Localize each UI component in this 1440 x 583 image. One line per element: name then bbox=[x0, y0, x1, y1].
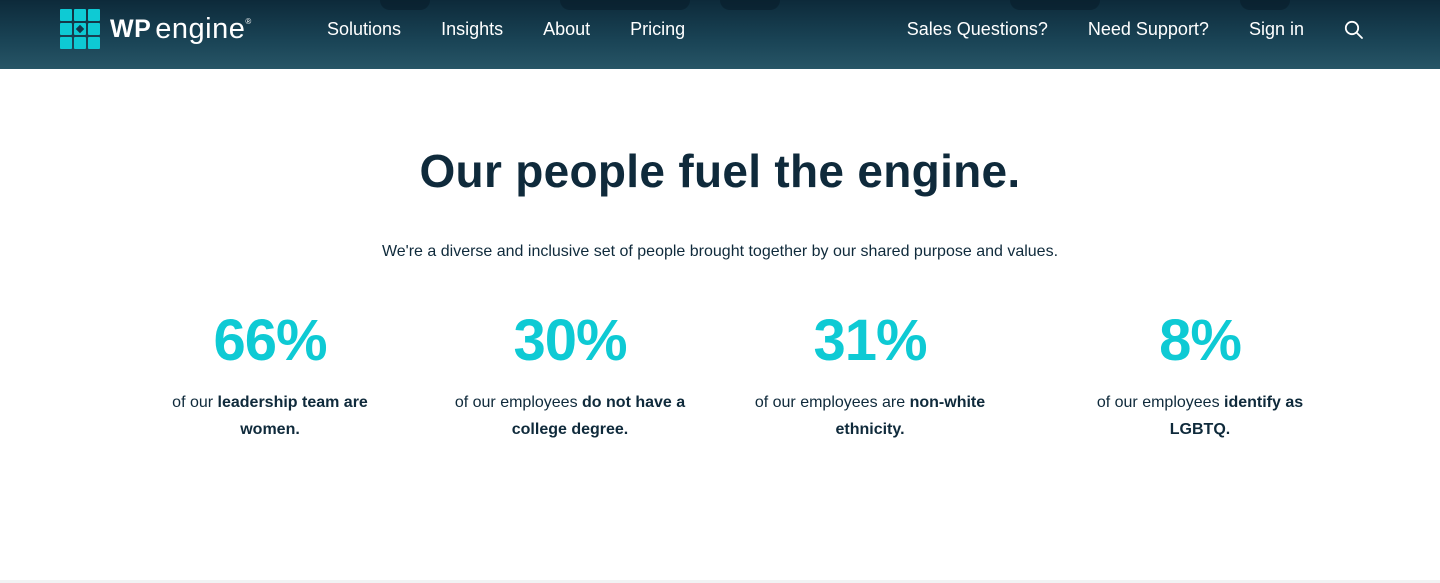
stat-description: of our employees do not have a college d… bbox=[420, 389, 720, 443]
stat-description-emphasis: leadership team are women. bbox=[217, 394, 368, 438]
search-icon[interactable] bbox=[1344, 20, 1364, 40]
stat-value: 8% bbox=[1159, 308, 1242, 373]
logo-wp-text: WP bbox=[110, 14, 152, 43]
logo-registered-mark: ® bbox=[245, 17, 252, 26]
page-subtitle: We're a diverse and inclusive set of peo… bbox=[381, 243, 1059, 260]
nav-need-support[interactable]: Need Support? bbox=[1088, 18, 1209, 40]
page-headline: Our people fuel the engine. bbox=[419, 145, 1021, 197]
stat-value: 66% bbox=[213, 308, 327, 373]
logo-grid-icon bbox=[60, 9, 100, 49]
logo-engine-text: engine bbox=[155, 12, 246, 45]
stat-description-text: of our employees bbox=[1096, 394, 1225, 411]
wpengine-logo[interactable]: WP engine ® bbox=[60, 9, 251, 49]
stat-description-text: of our employees are bbox=[754, 394, 910, 411]
nav-pricing[interactable]: Pricing bbox=[630, 18, 685, 40]
nav-about[interactable]: About bbox=[543, 18, 590, 40]
stat-no-college-degree: 30% of our employees do not have a colle… bbox=[420, 306, 720, 443]
stat-lgbtq: 8% of our employees identify as LGBTQ. bbox=[1020, 306, 1380, 443]
stat-description: of our employees identify as LGBTQ. bbox=[1020, 389, 1380, 443]
stat-description: of our employees are non-white ethnicity… bbox=[720, 389, 1020, 443]
header-background-shape bbox=[720, 0, 780, 10]
nav-sign-in[interactable]: Sign in bbox=[1249, 18, 1304, 40]
stat-leadership-women: 66% of our leadership team are women. bbox=[120, 306, 420, 443]
nav-sales-questions[interactable]: Sales Questions? bbox=[907, 18, 1048, 40]
stat-description-text: of our bbox=[172, 394, 218, 411]
header-background-shape bbox=[1010, 0, 1100, 10]
primary-nav: Solutions Insights About Pricing bbox=[327, 18, 725, 40]
stat-value: 30% bbox=[513, 308, 627, 373]
header-background-shape bbox=[560, 0, 690, 10]
stat-value: 31% bbox=[813, 308, 927, 373]
stat-description: of our leadership team are women. bbox=[120, 389, 420, 443]
utility-nav: Sales Questions? Need Support? Sign in bbox=[907, 18, 1440, 40]
stat-non-white-ethnicity: 31% of our employees are non-white ethni… bbox=[720, 306, 1020, 443]
stat-description-text: of our employees bbox=[454, 394, 583, 411]
header-background-shape bbox=[380, 0, 430, 10]
nav-insights[interactable]: Insights bbox=[441, 18, 503, 40]
header-background-shape bbox=[1240, 0, 1290, 10]
nav-solutions[interactable]: Solutions bbox=[327, 18, 401, 40]
top-navbar: WP engine ® Solutions Insights About Pri… bbox=[0, 0, 1440, 69]
